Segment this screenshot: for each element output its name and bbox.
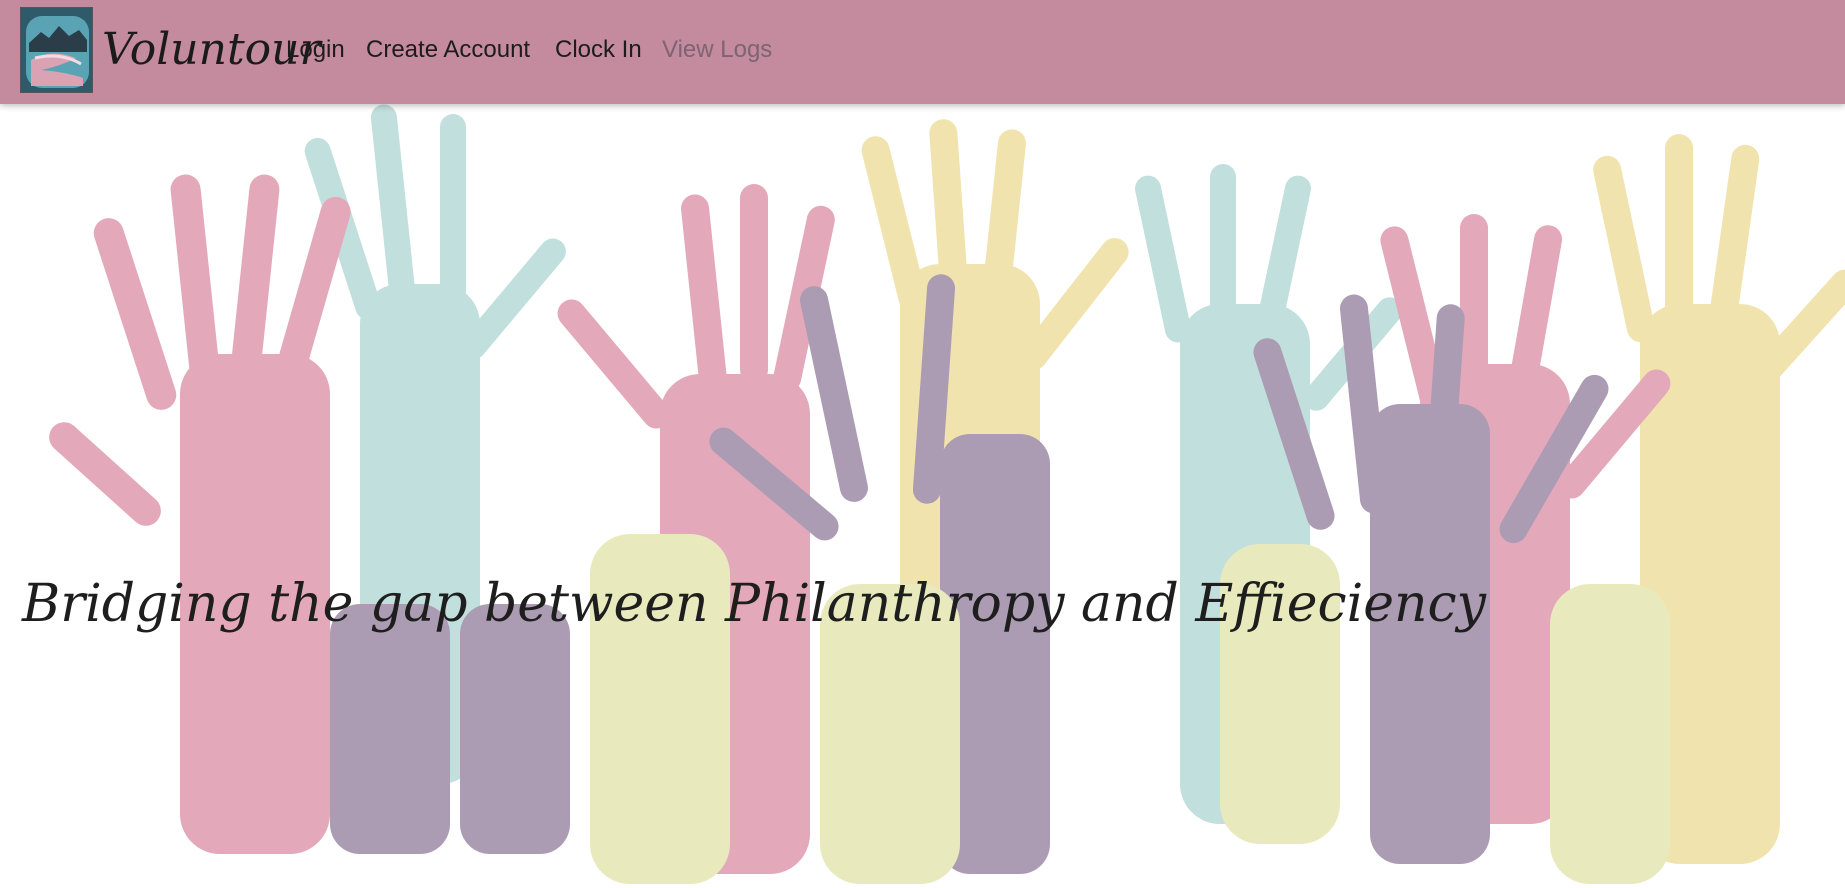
nav-view-logs-link[interactable]: View Logs: [662, 34, 772, 66]
nav-login-link[interactable]: Login: [286, 34, 345, 66]
hero-tagline: Bridging the gap between Philanthropy an…: [22, 574, 1487, 634]
hero-section: Bridging the gap between Philanthropy an…: [0, 104, 1845, 888]
nav-create-account-link[interactable]: Create Account: [366, 34, 530, 66]
voluntour-logo[interactable]: [20, 7, 93, 93]
top-navbar: Voluntour Login Create Account Clock In …: [0, 0, 1845, 104]
raised-hands-illustration: [49, 104, 1845, 884]
nav-clock-in-link[interactable]: Clock In: [555, 34, 642, 66]
